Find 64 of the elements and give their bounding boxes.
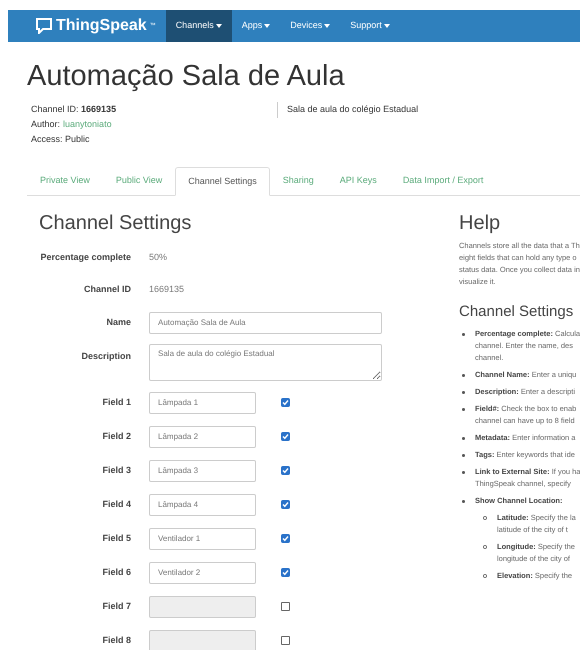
help-subheading: Channel Settings bbox=[459, 302, 574, 322]
field-label: Field 1 bbox=[101, 396, 132, 409]
checkbox[interactable] bbox=[281, 568, 290, 577]
author-label: Author: bbox=[31, 118, 60, 131]
nav-menu[interactable]: Channels bbox=[166, 10, 232, 42]
caret-icon bbox=[384, 24, 390, 28]
channel-id-value: 1669135 bbox=[149, 282, 184, 296]
caret-icon bbox=[324, 24, 330, 28]
field-input[interactable]: Lâmpada 2 bbox=[149, 426, 256, 448]
description-field[interactable]: Sala de aula do colégio Estadual bbox=[149, 344, 382, 380]
bullet-icon bbox=[462, 436, 465, 440]
field-label: Field 5 bbox=[101, 532, 132, 545]
field-input[interactable]: Ventilador 2 bbox=[149, 562, 256, 584]
bullet-icon bbox=[462, 500, 465, 502]
tab[interactable]: Data Import / Export bbox=[390, 167, 496, 194]
channel-id-text: Channel ID: 1669135 bbox=[31, 103, 118, 116]
field-input[interactable]: Ventilador 1 bbox=[149, 528, 256, 550]
tab[interactable]: Public View bbox=[102, 167, 176, 194]
percentage-value: 50% bbox=[149, 250, 168, 264]
name-field[interactable]: Automação Sala de Aula bbox=[149, 312, 382, 334]
help-heading: Help bbox=[459, 210, 502, 236]
nav-menu[interactable]: Support bbox=[340, 10, 400, 42]
field-input[interactable]: Lâmpada 4 bbox=[149, 494, 256, 516]
access-text: Access: Public bbox=[31, 133, 91, 146]
tab[interactable]: Channel Settings bbox=[175, 167, 270, 196]
bullet-icon bbox=[462, 408, 465, 410]
field-label: Description bbox=[80, 350, 132, 363]
tab[interactable]: Sharing bbox=[270, 167, 327, 194]
field-label: Field 8 bbox=[101, 634, 132, 647]
bullet-icon bbox=[462, 390, 465, 394]
field-label: Field 3 bbox=[101, 464, 132, 477]
field-label: Field 6 bbox=[101, 566, 132, 579]
bullet-icon bbox=[462, 470, 465, 474]
field-input[interactable]: Lâmpada 3 bbox=[149, 460, 256, 482]
bullet-icon bbox=[462, 332, 465, 336]
page-title: Automação Sala de Aula bbox=[27, 59, 346, 94]
nav-menu[interactable]: Apps bbox=[232, 10, 280, 42]
field-label: Channel ID bbox=[82, 282, 132, 296]
field-label: Field 7 bbox=[101, 600, 132, 613]
chat-bubble-icon bbox=[35, 18, 53, 34]
bullet-icon bbox=[462, 374, 465, 376]
checkbox[interactable] bbox=[281, 466, 290, 475]
author-link[interactable]: luanytoniato bbox=[63, 117, 112, 132]
bullet-icon bbox=[483, 544, 487, 548]
nav-menu[interactable]: Devices bbox=[280, 10, 340, 42]
tab[interactable]: Private View bbox=[27, 167, 103, 194]
field-label: Field 2 bbox=[101, 430, 132, 443]
bullet-icon bbox=[462, 454, 465, 456]
bullet-icon bbox=[483, 574, 487, 578]
channel-description: Sala de aula do colégio Estadual bbox=[287, 104, 418, 114]
field-label: Name bbox=[105, 316, 132, 329]
bullet-icon bbox=[483, 516, 487, 520]
field-input[interactable]: Lâmpada 1 bbox=[149, 392, 256, 414]
field-label: Percentage complete bbox=[39, 250, 132, 264]
checkbox[interactable] bbox=[281, 534, 290, 543]
section-heading: Channel Settings bbox=[39, 210, 192, 236]
field-label: Field 4 bbox=[101, 498, 132, 511]
caret-icon bbox=[264, 24, 270, 28]
brand-logo[interactable]: ThingSpeak bbox=[56, 14, 147, 38]
checkbox[interactable] bbox=[281, 432, 290, 441]
checkbox[interactable] bbox=[281, 398, 290, 407]
caret-icon bbox=[216, 24, 222, 28]
checkbox[interactable] bbox=[281, 500, 290, 509]
tab[interactable]: API Keys bbox=[326, 167, 390, 194]
